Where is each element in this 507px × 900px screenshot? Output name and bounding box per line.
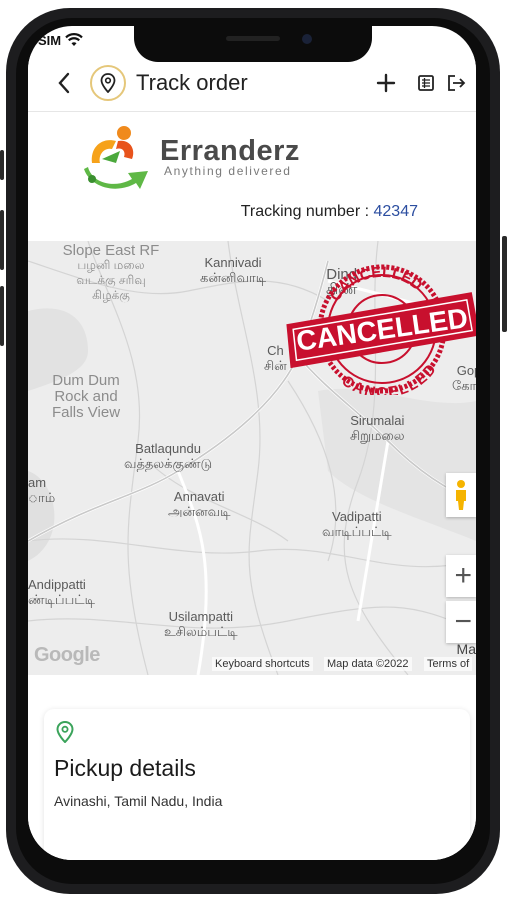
place-en: Batlaqundu xyxy=(135,441,201,456)
keyboard-shortcuts-link[interactable]: Keyboard shortcuts xyxy=(212,657,313,671)
location-pin-icon xyxy=(100,72,116,93)
brand-tagline: Anything delivered xyxy=(164,164,292,178)
place-en: Usilampatti xyxy=(168,609,233,624)
place-usilampatti: Usilampatti உசிலம்பட்டி xyxy=(164,609,238,639)
place-sirumalai: Sirumalai சிறுமலை xyxy=(350,413,405,443)
place-slope-east: Slope East RF பழனி மலை வடக்கு சரிவு கிழக… xyxy=(62,243,160,303)
status-bar: SIM xyxy=(38,30,83,50)
place-en: am xyxy=(28,475,47,490)
place-ta: ாம் xyxy=(28,490,56,505)
page-title: Track order xyxy=(136,69,248,95)
street-view-button[interactable] xyxy=(446,473,476,517)
tracking-number: Tracking number : 42347 xyxy=(241,203,418,221)
svg-text:CANCELLED: CANCELLED xyxy=(337,360,443,395)
content: Erranderz Anything delivered Tracking nu… xyxy=(28,113,476,860)
place-andippatti: Andippatti ண்டிப்பட்டி xyxy=(28,577,95,607)
app-screen: SIM Track order Erranderz Anything deliv… xyxy=(28,26,476,860)
pickup-card: Pickup details Avinashi, Tamil Nadu, Ind… xyxy=(44,709,470,860)
pickup-address: Avinashi, Tamil Nadu, India xyxy=(54,793,223,809)
place-en: Kannivadi xyxy=(204,255,262,270)
place-ta: அன்னவடி xyxy=(168,504,231,519)
brand-name: Erranderz xyxy=(160,135,300,167)
chevron-left-icon xyxy=(58,72,70,93)
logout-button[interactable] xyxy=(446,63,476,103)
pegman-icon xyxy=(456,480,466,510)
place-batlagundu: Batlaqundu வத்தலக்குண்டு xyxy=(124,441,212,471)
place-ta: உசிலம்பட்டி xyxy=(164,624,238,639)
place-en: Sirumalai xyxy=(350,413,405,428)
place-en: Vadipatti xyxy=(331,509,382,524)
erranderz-logo-icon xyxy=(84,126,148,189)
tracking-label: Tracking number : xyxy=(240,203,370,220)
place-kannivadi: Kannivadi கன்னிவாடி xyxy=(200,255,266,285)
plus-icon xyxy=(376,73,396,92)
receipt-button[interactable] xyxy=(406,63,446,103)
brand-logo: Erranderz Anything delivered xyxy=(82,123,300,191)
logout-icon xyxy=(448,74,466,91)
wifi-icon xyxy=(65,33,83,46)
place-ta: சிறுமலை xyxy=(350,428,405,443)
add-button[interactable] xyxy=(366,63,406,103)
location-badge xyxy=(90,64,126,101)
back-button[interactable] xyxy=(42,61,86,105)
place-en: Andippatti xyxy=(28,577,86,592)
place-en: Annavati xyxy=(173,489,225,504)
pickup-title: Pickup details xyxy=(54,755,196,781)
map-view[interactable]: Slope East RF பழனி மலை வடக்கு சரிவு கிழக… xyxy=(28,241,476,675)
carrier-label: SIM xyxy=(38,32,62,48)
place-ta: வத்தலக்குண்டு xyxy=(124,456,213,471)
power-button xyxy=(502,236,507,332)
mute-switch xyxy=(0,150,4,180)
stamp-ring-bottom: CANCELLED xyxy=(337,360,443,395)
map-label-ma: Ma xyxy=(456,641,476,657)
terms-link[interactable]: Terms of xyxy=(424,657,473,671)
location-pin-icon xyxy=(56,721,74,743)
place-ta: பழனி மலை வடக்கு சரிவு கிழக்கு xyxy=(76,258,146,302)
place-ta: கன்னிவாடி xyxy=(200,270,267,285)
cancelled-stamp: CANCELLED CANCELLED CANCELLED xyxy=(286,263,476,395)
notch xyxy=(134,26,372,62)
map-data-attribution[interactable]: Map data ©2022 xyxy=(324,657,412,671)
google-logo[interactable]: Google xyxy=(34,644,100,667)
place-vadipatti: Vadipatti வாடிப்பட்டி xyxy=(322,509,392,539)
zoom-in-button[interactable]: + xyxy=(446,555,476,597)
place-annavati: Annavati அன்னவடி xyxy=(168,489,230,519)
place-am: am ாம் xyxy=(28,475,55,505)
stamp-ring-top: CANCELLED xyxy=(324,263,428,306)
place-en: Dum Dum Rock and Falls View xyxy=(51,372,121,421)
volume-down-button xyxy=(0,286,4,346)
zoom-out-button[interactable]: − xyxy=(446,601,476,643)
place-dumdum: Dum Dum Rock and Falls View xyxy=(46,373,126,421)
place-ta: ண்டிப்பட்டி xyxy=(28,592,95,607)
svg-text:CANCELLED: CANCELLED xyxy=(324,263,428,306)
app-header: Track order xyxy=(28,54,476,112)
tracking-value[interactable]: 42347 xyxy=(374,203,419,220)
place-en: Slope East RF xyxy=(62,242,160,259)
receipt-icon xyxy=(418,74,434,91)
volume-up-button xyxy=(0,210,4,270)
place-ta: வாடிப்பட்டி xyxy=(322,524,392,539)
